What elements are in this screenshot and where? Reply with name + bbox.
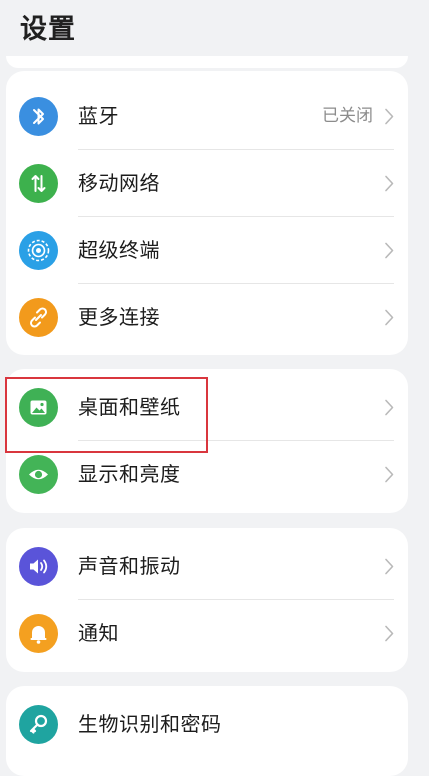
chevron-right-icon	[385, 466, 394, 483]
settings-item-label: 蓝牙	[78, 104, 119, 128]
chevron-right-icon	[385, 558, 394, 575]
card-top-sliver	[6, 56, 408, 68]
eye-icon	[19, 455, 58, 494]
settings-section-security: 生物识别和密码	[6, 686, 408, 776]
settings-item-more-connections[interactable]: 更多连接	[6, 284, 408, 351]
key-icon	[19, 705, 58, 744]
settings-item-label: 移动网络	[78, 171, 160, 195]
settings-section-display: 桌面和壁纸 显示和亮度	[6, 369, 408, 513]
chevron-right-icon	[385, 108, 394, 125]
settings-section-sound-notifications: 声音和振动 通知	[6, 528, 408, 672]
settings-item-bluetooth[interactable]: 蓝牙 已关闭	[6, 83, 408, 150]
settings-item-sound-vibration[interactable]: 声音和振动	[6, 533, 408, 600]
settings-item-notifications[interactable]: 通知	[6, 600, 408, 667]
settings-item-label: 声音和振动	[78, 554, 181, 578]
settings-item-label: 超级终端	[78, 238, 160, 262]
settings-item-mobile-network[interactable]: 移动网络	[6, 150, 408, 217]
sound-icon	[19, 547, 58, 586]
bluetooth-icon	[19, 97, 58, 136]
settings-item-biometrics-password[interactable]: 生物识别和密码	[6, 691, 408, 758]
settings-section-connectivity: 蓝牙 已关闭 移动网络 超级终端 更多连接	[6, 71, 408, 355]
bell-icon	[19, 614, 58, 653]
settings-item-super-device[interactable]: 超级终端	[6, 217, 408, 284]
page-title: 设置	[20, 14, 76, 45]
chevron-right-icon	[385, 399, 394, 416]
more-connections-icon	[19, 298, 58, 337]
settings-item-label: 显示和亮度	[78, 462, 181, 486]
settings-item-label: 桌面和壁纸	[78, 395, 181, 419]
settings-item-label: 生物识别和密码	[78, 712, 222, 736]
settings-item-display-brightness[interactable]: 显示和亮度	[6, 441, 408, 508]
chevron-right-icon	[385, 625, 394, 642]
settings-item-label: 更多连接	[78, 305, 160, 329]
bluetooth-status: 已关闭	[322, 106, 373, 126]
settings-item-wallpaper[interactable]: 桌面和壁纸	[6, 374, 408, 441]
wallpaper-icon	[19, 388, 58, 427]
mobile-network-icon	[19, 164, 58, 203]
chevron-right-icon	[385, 309, 394, 326]
super-device-icon	[19, 231, 58, 270]
chevron-right-icon	[385, 175, 394, 192]
settings-item-label: 通知	[78, 621, 119, 645]
chevron-right-icon	[385, 242, 394, 259]
